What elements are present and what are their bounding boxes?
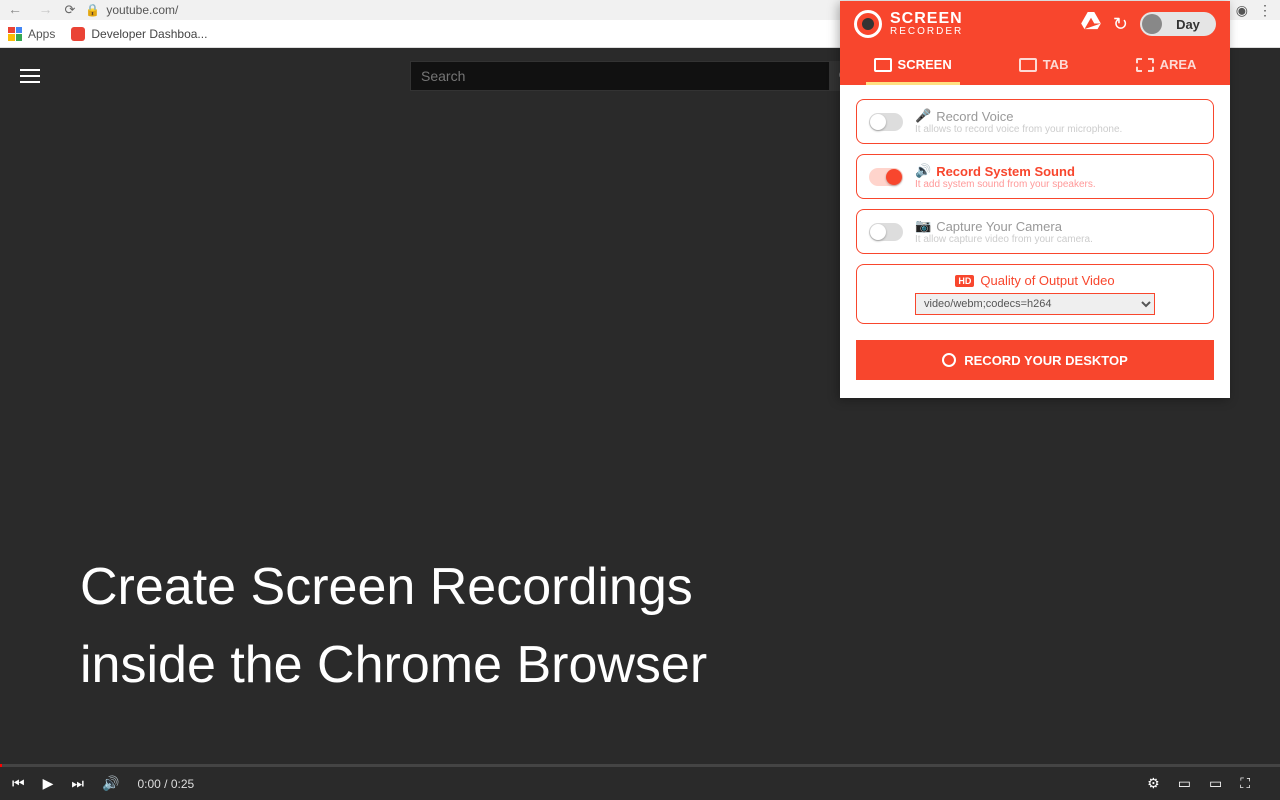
system-sound-toggle[interactable] bbox=[869, 168, 903, 186]
option-record-voice[interactable]: 🎤Record Voice It allows to record voice … bbox=[856, 99, 1214, 144]
forward-icon[interactable]: → bbox=[38, 1, 52, 17]
theme-toggle[interactable]: Day bbox=[1140, 12, 1216, 36]
video-player-bar: ⏮ ▶ ⏭ 🔊 0:00 / 0:25 ⚙ ▭ ▭ ⛶ bbox=[0, 764, 1280, 800]
popup-header: SCREEN RECORDER ↻ Day bbox=[840, 1, 1230, 47]
next-button[interactable]: ⏭ bbox=[71, 775, 84, 792]
option-record-system-sound[interactable]: 🔊Record System Sound It add system sound… bbox=[856, 154, 1214, 199]
area-icon bbox=[1136, 58, 1154, 72]
volume-button[interactable]: 🔊 bbox=[102, 775, 119, 792]
google-drive-icon[interactable] bbox=[1081, 12, 1101, 36]
apps-label: Apps bbox=[28, 27, 55, 41]
record-circle-icon bbox=[942, 353, 956, 367]
bookmark-developer-dashboard[interactable]: Developer Dashboa... bbox=[71, 27, 207, 41]
time-total: 0:25 bbox=[171, 777, 194, 791]
tab-tab[interactable]: TAB bbox=[1011, 47, 1077, 85]
time-display: 0:00 / 0:25 bbox=[137, 777, 194, 791]
option-capture-camera[interactable]: 📷Capture Your Camera It allow capture vi… bbox=[856, 209, 1214, 254]
previous-button[interactable]: ⏮ bbox=[12, 775, 25, 792]
settings-icon[interactable]: ⚙ bbox=[1147, 775, 1160, 792]
screen-recorder-popup: SCREEN RECORDER ↻ Day SCREEN TAB AREA bbox=[840, 1, 1230, 398]
extension-icon[interactable]: ◉ bbox=[1236, 2, 1248, 19]
speaker-icon: 🔊 bbox=[915, 163, 931, 179]
apps-button[interactable]: Apps bbox=[8, 27, 55, 41]
time-current: 0:00 bbox=[137, 777, 160, 791]
apps-grid-icon bbox=[8, 27, 22, 41]
recorder-logo-text: SCREEN RECORDER bbox=[890, 11, 963, 37]
overlay-line-2: inside the Chrome Browser bbox=[80, 626, 707, 704]
tab-screen[interactable]: SCREEN bbox=[866, 47, 960, 85]
tab-area[interactable]: AREA bbox=[1128, 47, 1205, 85]
bookmark-label: Developer Dashboa... bbox=[91, 27, 207, 41]
reload-icon[interactable]: ⟳ bbox=[64, 2, 75, 18]
search-input[interactable] bbox=[410, 61, 830, 91]
toggle-knob bbox=[1142, 14, 1162, 34]
tab-icon bbox=[1019, 58, 1037, 72]
recorder-logo-icon bbox=[854, 10, 882, 38]
screen-icon bbox=[874, 58, 892, 72]
hd-badge-icon: HD bbox=[955, 275, 974, 287]
option-quality: HD Quality of Output Video video/webm;co… bbox=[856, 264, 1214, 324]
search-container bbox=[410, 61, 860, 91]
record-desktop-button[interactable]: RECORD YOUR DESKTOP bbox=[856, 340, 1214, 380]
nav-arrows: ← → bbox=[8, 1, 64, 19]
voice-toggle[interactable] bbox=[869, 113, 903, 131]
popup-body: 🎤Record Voice It allows to record voice … bbox=[840, 85, 1230, 398]
bookmark-favicon bbox=[71, 27, 85, 41]
quality-select[interactable]: video/webm;codecs=h264 bbox=[915, 293, 1155, 315]
theme-label: Day bbox=[1162, 17, 1214, 32]
miniplayer-icon[interactable]: ▭ bbox=[1178, 775, 1191, 792]
back-icon[interactable]: ← bbox=[8, 1, 22, 17]
reset-icon[interactable]: ↻ bbox=[1113, 14, 1128, 35]
camera-toggle[interactable] bbox=[869, 223, 903, 241]
microphone-icon: 🎤 bbox=[915, 108, 931, 124]
progress-bar[interactable] bbox=[0, 764, 1280, 767]
fullscreen-icon[interactable]: ⛶ bbox=[1240, 775, 1250, 792]
lock-icon: 🔒 bbox=[85, 3, 100, 17]
theater-icon[interactable]: ▭ bbox=[1209, 775, 1222, 792]
overlay-line-1: Create Screen Recordings bbox=[80, 548, 707, 626]
marketing-overlay-text: Create Screen Recordings inside the Chro… bbox=[80, 548, 707, 704]
address-url: youtube.com/ bbox=[106, 3, 178, 17]
capture-mode-tabs: SCREEN TAB AREA bbox=[840, 47, 1230, 85]
menu-icon[interactable]: ⋮ bbox=[1258, 2, 1272, 19]
hamburger-icon[interactable] bbox=[20, 69, 40, 83]
play-button[interactable]: ▶ bbox=[43, 775, 54, 792]
camera-icon: 📷 bbox=[915, 218, 931, 234]
